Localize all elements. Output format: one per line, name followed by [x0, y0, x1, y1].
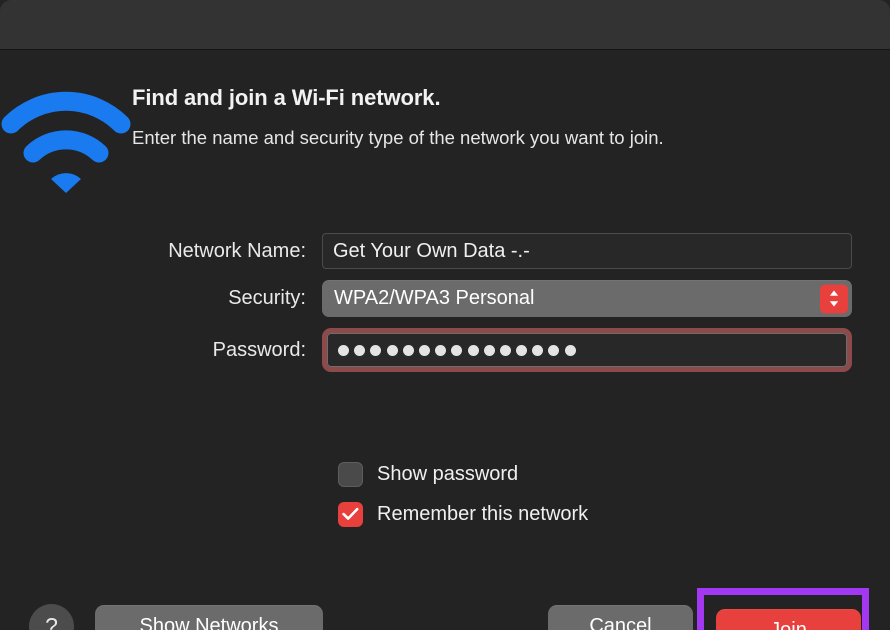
dialog-header-text: Find and join a Wi-Fi network. Enter the…: [132, 85, 890, 151]
password-dot: [386, 344, 398, 356]
dialog-header: Find and join a Wi-Fi network. Enter the…: [0, 85, 890, 195]
show-password-label: Show password: [377, 462, 519, 485]
join-button[interactable]: Join: [716, 609, 861, 630]
network-name-label: Network Name:: [168, 239, 306, 262]
security-label: Security:: [228, 287, 306, 309]
password-masked-value: [338, 344, 576, 356]
password-dot: [338, 344, 349, 356]
show-password-checkbox[interactable]: [338, 461, 363, 487]
password-dot: [354, 344, 366, 356]
password-dot: [467, 344, 479, 356]
remember-network-checkbox-row[interactable]: Remember this network: [338, 494, 588, 534]
dialog-footer: ? Show Networks Cancel Join: [0, 588, 890, 630]
wifi-icon: [0, 85, 132, 195]
password-label: Password:: [212, 338, 306, 361]
show-networks-button[interactable]: Show Networks: [95, 605, 323, 630]
password-row: Password:: [0, 328, 890, 372]
chevron-up-down-icon[interactable]: [820, 284, 848, 313]
password-dot: [532, 344, 544, 356]
password-dot: [451, 344, 463, 356]
remember-network-checkbox[interactable]: [338, 501, 363, 527]
checkmark-icon: [342, 507, 359, 520]
password-input[interactable]: [327, 333, 847, 367]
password-dot: [370, 344, 382, 356]
checkbox-group: Show password Remember this network: [338, 454, 588, 534]
password-control: [322, 328, 890, 372]
cancel-button[interactable]: Cancel: [548, 605, 693, 630]
dialog-headline: Find and join a Wi-Fi network.: [132, 85, 441, 110]
network-name-row: Network Name: Get Your Own Data -.-: [0, 233, 890, 269]
password-dot: [418, 344, 430, 356]
password-dot: [564, 344, 576, 356]
security-row: Security: WPA2/WPA3 Personal: [0, 280, 890, 317]
form-area: Network Name: Get Your Own Data -.- Secu…: [0, 233, 890, 383]
password-dot: [402, 344, 414, 356]
dialog-content: Find and join a Wi-Fi network. Enter the…: [0, 51, 890, 630]
network-name-input[interactable]: Get Your Own Data -.-: [322, 233, 852, 269]
security-control: WPA2/WPA3 Personal: [322, 280, 890, 317]
password-focus-ring: [322, 328, 852, 372]
security-select[interactable]: WPA2/WPA3 Personal: [322, 280, 852, 317]
help-button[interactable]: ?: [29, 604, 74, 630]
password-dot: [548, 344, 560, 356]
password-dot: [435, 344, 447, 356]
password-dot: [499, 344, 511, 356]
window-titlebar[interactable]: [0, 0, 890, 50]
password-dot: [516, 344, 528, 356]
password-dot: [483, 344, 495, 356]
dialog-subtext: Enter the name and security type of the …: [132, 127, 664, 148]
remember-network-label: Remember this network: [377, 502, 589, 525]
security-selected-value: WPA2/WPA3 Personal: [334, 287, 535, 309]
network-name-control: Get Your Own Data -.-: [322, 233, 890, 269]
network-name-value: Get Your Own Data -.-: [333, 239, 530, 262]
show-password-checkbox-row[interactable]: Show password: [338, 454, 588, 494]
wifi-join-dialog-window: Find and join a Wi-Fi network. Enter the…: [0, 0, 890, 630]
join-button-annotation-highlight: Join: [697, 588, 869, 630]
